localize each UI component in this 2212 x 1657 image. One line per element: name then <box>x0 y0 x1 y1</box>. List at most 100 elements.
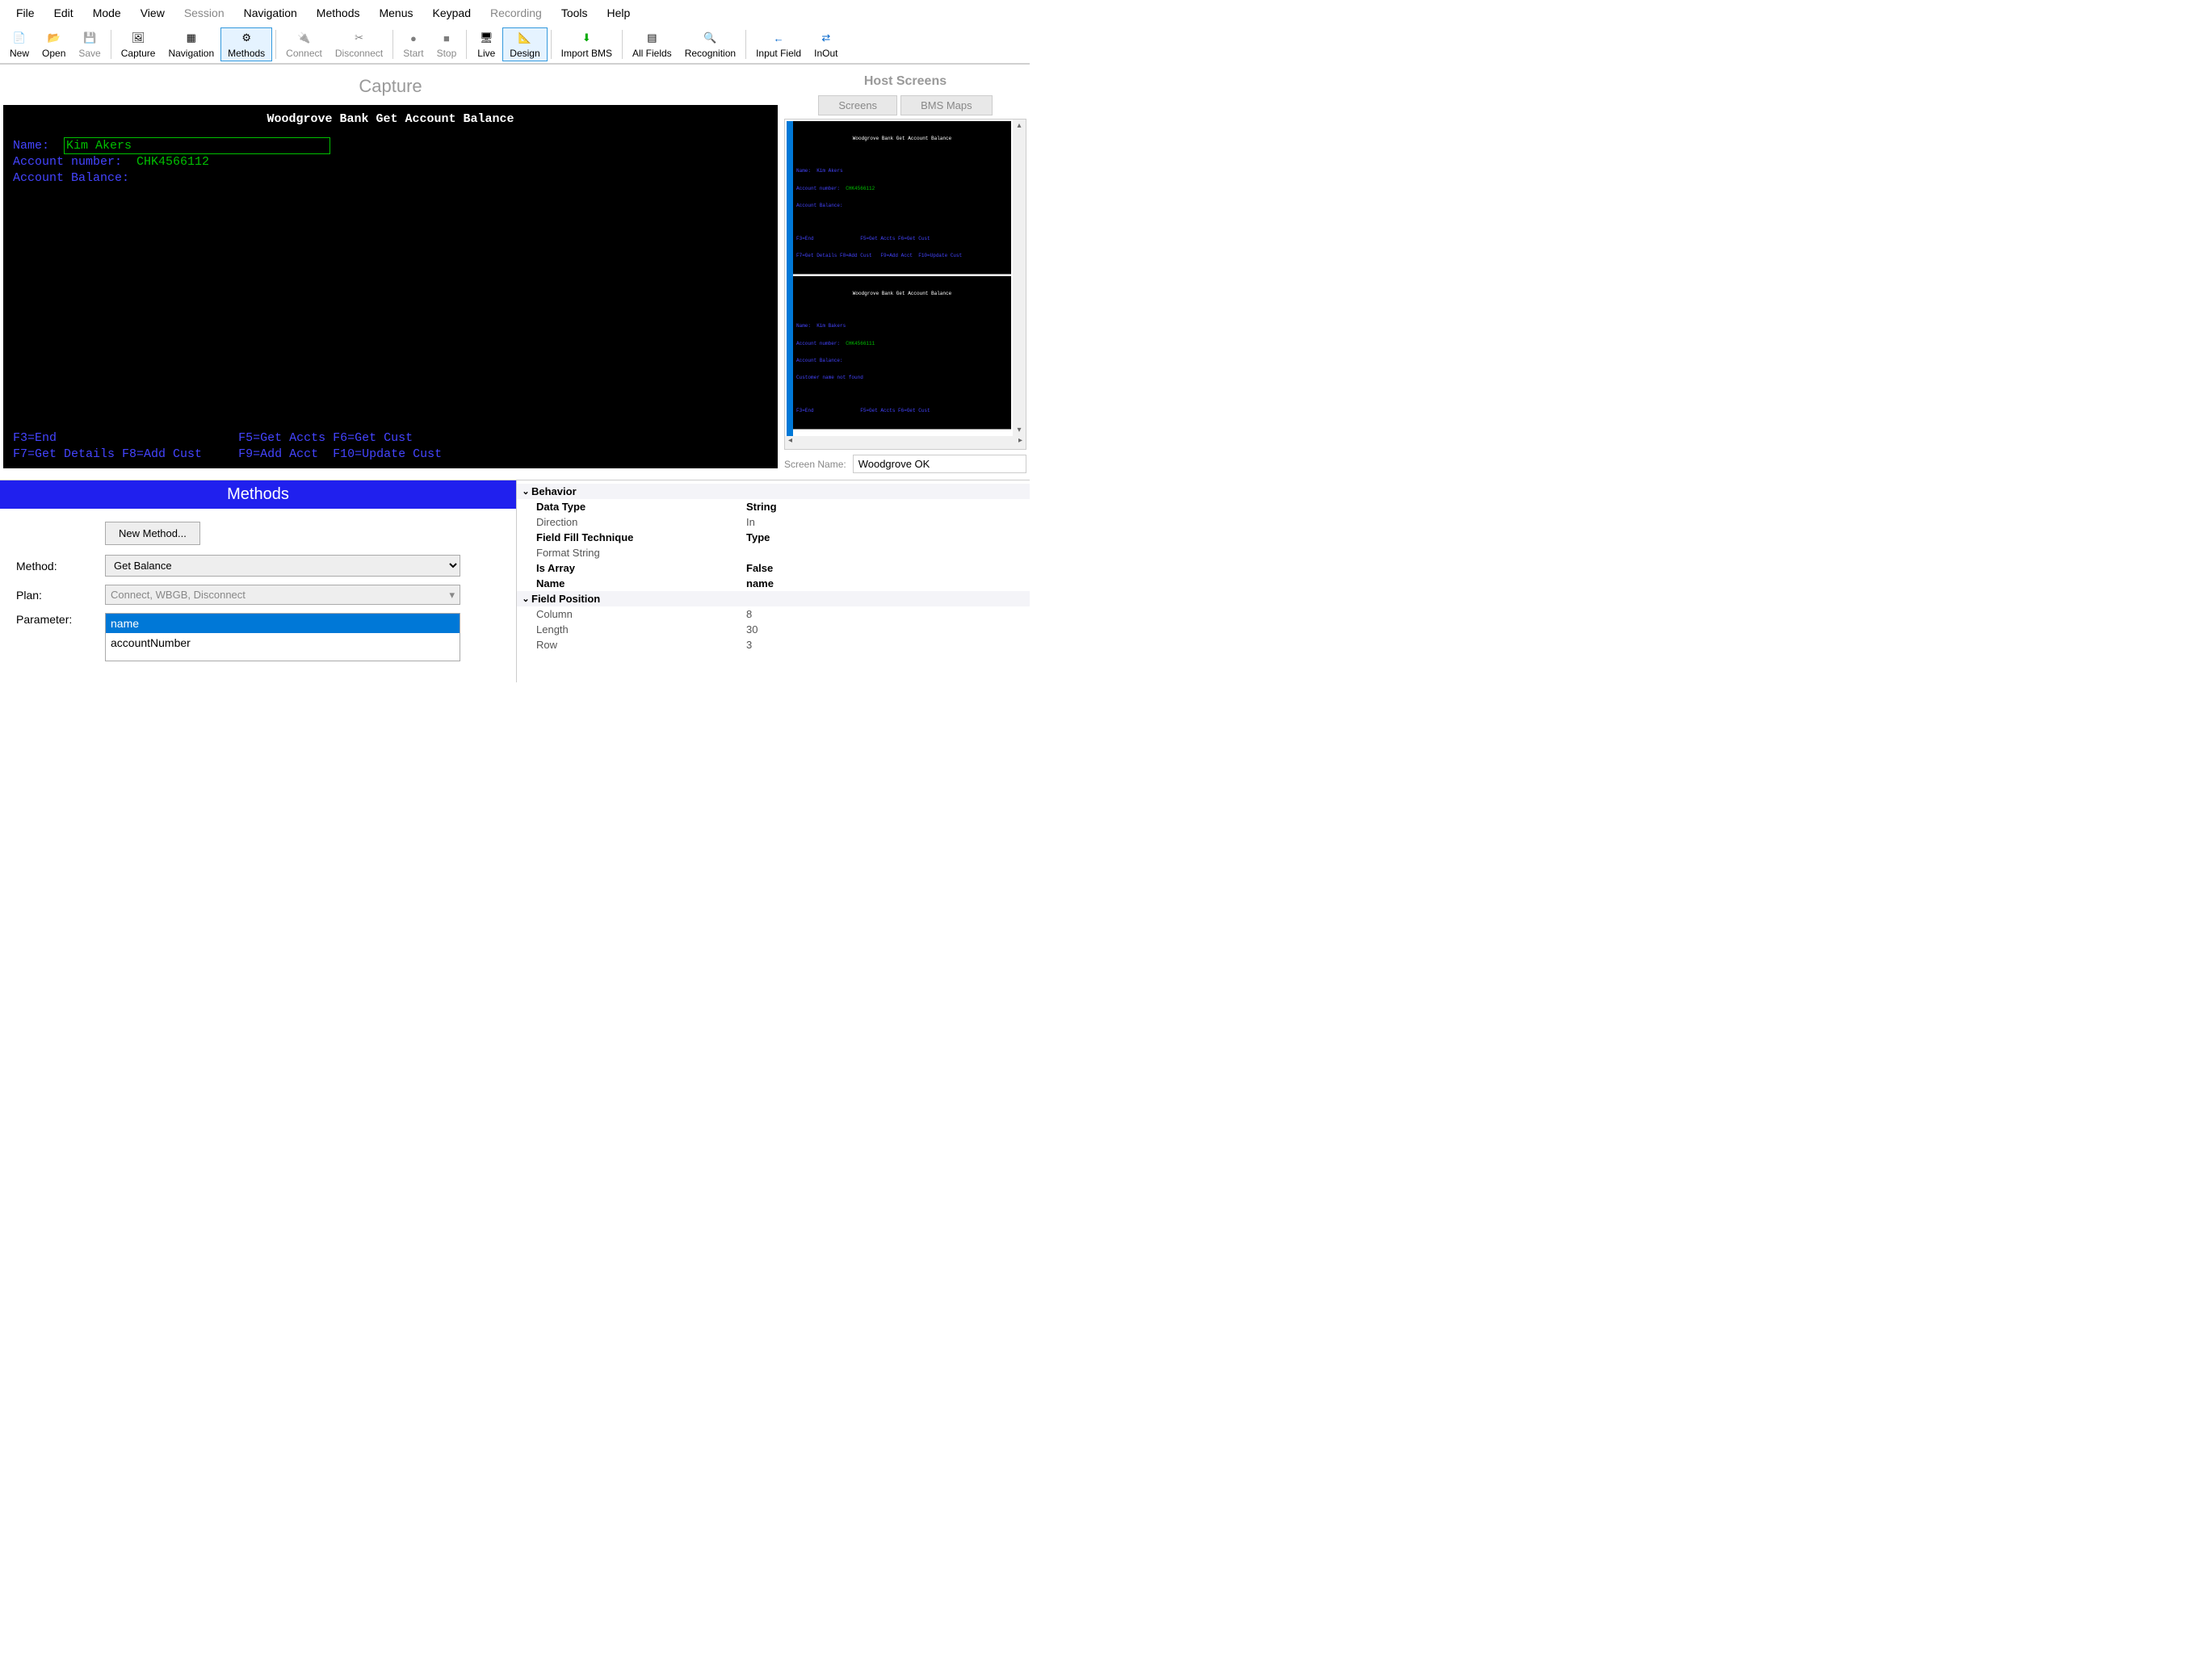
prop-direction[interactable]: DirectionIn <box>517 514 1030 530</box>
toolbar-separator <box>622 30 623 59</box>
scroll-right-icon[interactable]: ▸ <box>1015 436 1026 449</box>
host-screens-title: Host Screens <box>784 68 1026 95</box>
import-icon: ⬇ <box>578 30 594 46</box>
open-button[interactable]: 📂Open <box>36 28 72 61</box>
menu-mode[interactable]: Mode <box>83 3 131 23</box>
prop-row[interactable]: Row3 <box>517 637 1030 652</box>
thumbnail-selection-indicator <box>787 121 793 447</box>
stop-button: ■Stop <box>430 28 464 61</box>
live-button[interactable]: 🖥Live <box>470 28 502 61</box>
screen-name-input[interactable] <box>853 455 1026 473</box>
plan-select: Connect, WBGB, Disconnect▾ <box>105 585 460 605</box>
prop-name[interactable]: Namename <box>517 576 1030 591</box>
methods-panel-title: Methods <box>0 480 516 509</box>
thumbnail-scrollbar-vertical[interactable]: ▴ ▾ <box>1013 120 1026 436</box>
prop-data-type[interactable]: Data TypeString <box>517 499 1030 514</box>
import-bms-button[interactable]: ⬇Import BMS <box>555 28 619 61</box>
tab-screens[interactable]: Screens <box>818 95 897 115</box>
properties-panel: ⌄Behavior Data TypeString DirectionIn Fi… <box>517 480 1030 682</box>
toolbar-separator <box>551 30 552 59</box>
toolbar-separator <box>392 30 393 59</box>
name-label: Name: <box>13 139 49 153</box>
chevron-down-icon: ⌄ <box>520 594 531 604</box>
design-button[interactable]: 📐Design <box>502 27 547 61</box>
connect-icon: 🔌 <box>296 30 313 46</box>
menu-tools[interactable]: Tools <box>552 3 598 23</box>
menu-menus[interactable]: Menus <box>369 3 422 23</box>
inout-button[interactable]: ⇄InOut <box>808 28 844 61</box>
toolbar-separator <box>745 30 746 59</box>
disconnect-button: ✂Disconnect <box>329 28 389 61</box>
prop-field-fill-technique[interactable]: Field Fill TechniqueType <box>517 530 1030 545</box>
account-number-label: Account number: <box>13 155 122 169</box>
plan-label: Plan: <box>16 589 105 602</box>
design-icon: 📐 <box>517 30 533 46</box>
host-screens-panel: Host Screens Screens BMS Maps Woodgrove … <box>784 68 1026 473</box>
parameter-item-accountnumber[interactable]: accountNumber <box>106 633 460 652</box>
account-balance-label: Account Balance: <box>13 171 129 185</box>
menu-navigation[interactable]: Navigation <box>234 3 307 23</box>
capture-button[interactable]: 🖼Capture <box>115 28 162 61</box>
prop-is-array[interactable]: Is ArrayFalse <box>517 560 1030 576</box>
menu-methods[interactable]: Methods <box>307 3 370 23</box>
toolbar: 📄New 📂Open 💾Save 🖼Capture ▦Navigation ⚙M… <box>0 26 1030 65</box>
toolbar-separator <box>275 30 276 59</box>
start-button: ●Start <box>397 28 430 61</box>
menu-bar: File Edit Mode View Session Navigation M… <box>0 0 1030 26</box>
navigation-icon: ▦ <box>183 30 199 46</box>
parameter-label: Parameter: <box>16 613 105 626</box>
method-label: Method: <box>16 560 105 573</box>
thumbnail-scrollbar-horizontal[interactable]: ◂ ▸ <box>785 436 1026 449</box>
terminal-screen[interactable]: Woodgrove Bank Get Account Balance Name:… <box>3 105 778 468</box>
parameter-list[interactable]: name accountNumber <box>105 613 460 661</box>
disconnect-icon: ✂ <box>351 30 367 46</box>
name-input-field[interactable]: Kim Akers <box>64 137 330 155</box>
new-icon: 📄 <box>11 30 27 46</box>
inout-icon: ⇄ <box>818 30 834 46</box>
menu-keypad[interactable]: Keypad <box>423 3 481 23</box>
terminal-title: Woodgrove Bank Get Account Balance <box>13 111 768 128</box>
section-field-position[interactable]: ⌄Field Position <box>517 591 1030 606</box>
method-select[interactable]: Get Balance <box>105 555 460 577</box>
prop-format-string[interactable]: Format String <box>517 545 1030 560</box>
connect-button: 🔌Connect <box>279 28 329 61</box>
account-number-value: CHK4566112 <box>136 155 209 169</box>
input-field-button[interactable]: ←Input Field <box>749 28 808 61</box>
menu-recording: Recording <box>481 3 552 23</box>
chevron-down-icon: ⌄ <box>520 486 531 497</box>
thumbnail-list[interactable]: Woodgrove Bank Get Account Balance Name:… <box>784 119 1026 450</box>
prop-column[interactable]: Column8 <box>517 606 1030 622</box>
methods-icon: ⚙ <box>238 30 254 46</box>
scroll-left-icon[interactable]: ◂ <box>785 436 795 449</box>
capture-icon: 🖼 <box>130 30 146 46</box>
live-icon: 🖥 <box>478 30 494 46</box>
new-method-button[interactable]: New Method... <box>105 522 200 545</box>
thumbnail-screen-2[interactable]: Woodgrove Bank Get Account Balance Name:… <box>793 276 1011 430</box>
parameter-item-name[interactable]: name <box>106 614 460 633</box>
save-icon: 💾 <box>82 30 98 46</box>
thumbnail-screen-1[interactable]: Woodgrove Bank Get Account Balance Name:… <box>793 121 1011 275</box>
scroll-up-icon[interactable]: ▴ <box>1013 120 1026 132</box>
stop-icon: ■ <box>439 30 455 46</box>
section-behavior[interactable]: ⌄Behavior <box>517 484 1030 499</box>
navigation-button[interactable]: ▦Navigation <box>162 28 220 61</box>
capture-panel-title: Capture <box>3 68 778 105</box>
recognition-button[interactable]: 🔍Recognition <box>678 28 742 61</box>
open-icon: 📂 <box>46 30 62 46</box>
new-button[interactable]: 📄New <box>3 28 36 61</box>
scroll-down-icon[interactable]: ▾ <box>1013 424 1026 436</box>
record-icon: ● <box>405 30 422 46</box>
menu-help[interactable]: Help <box>598 3 640 23</box>
methods-button[interactable]: ⚙Methods <box>220 27 272 61</box>
recognition-icon: 🔍 <box>702 30 718 46</box>
terminal-footer: F3=End F5=Get Accts F6=Get Cust F7=Get D… <box>13 430 768 462</box>
menu-view[interactable]: View <box>131 3 174 23</box>
prop-length[interactable]: Length30 <box>517 622 1030 637</box>
all-fields-button[interactable]: ▤All Fields <box>626 28 678 61</box>
capture-panel: Capture Woodgrove Bank Get Account Balan… <box>3 68 778 473</box>
menu-file[interactable]: File <box>6 3 44 23</box>
fields-icon: ▤ <box>644 30 660 46</box>
menu-edit[interactable]: Edit <box>44 3 83 23</box>
tab-bms-maps[interactable]: BMS Maps <box>900 95 993 115</box>
chevron-down-icon: ▾ <box>449 589 455 602</box>
